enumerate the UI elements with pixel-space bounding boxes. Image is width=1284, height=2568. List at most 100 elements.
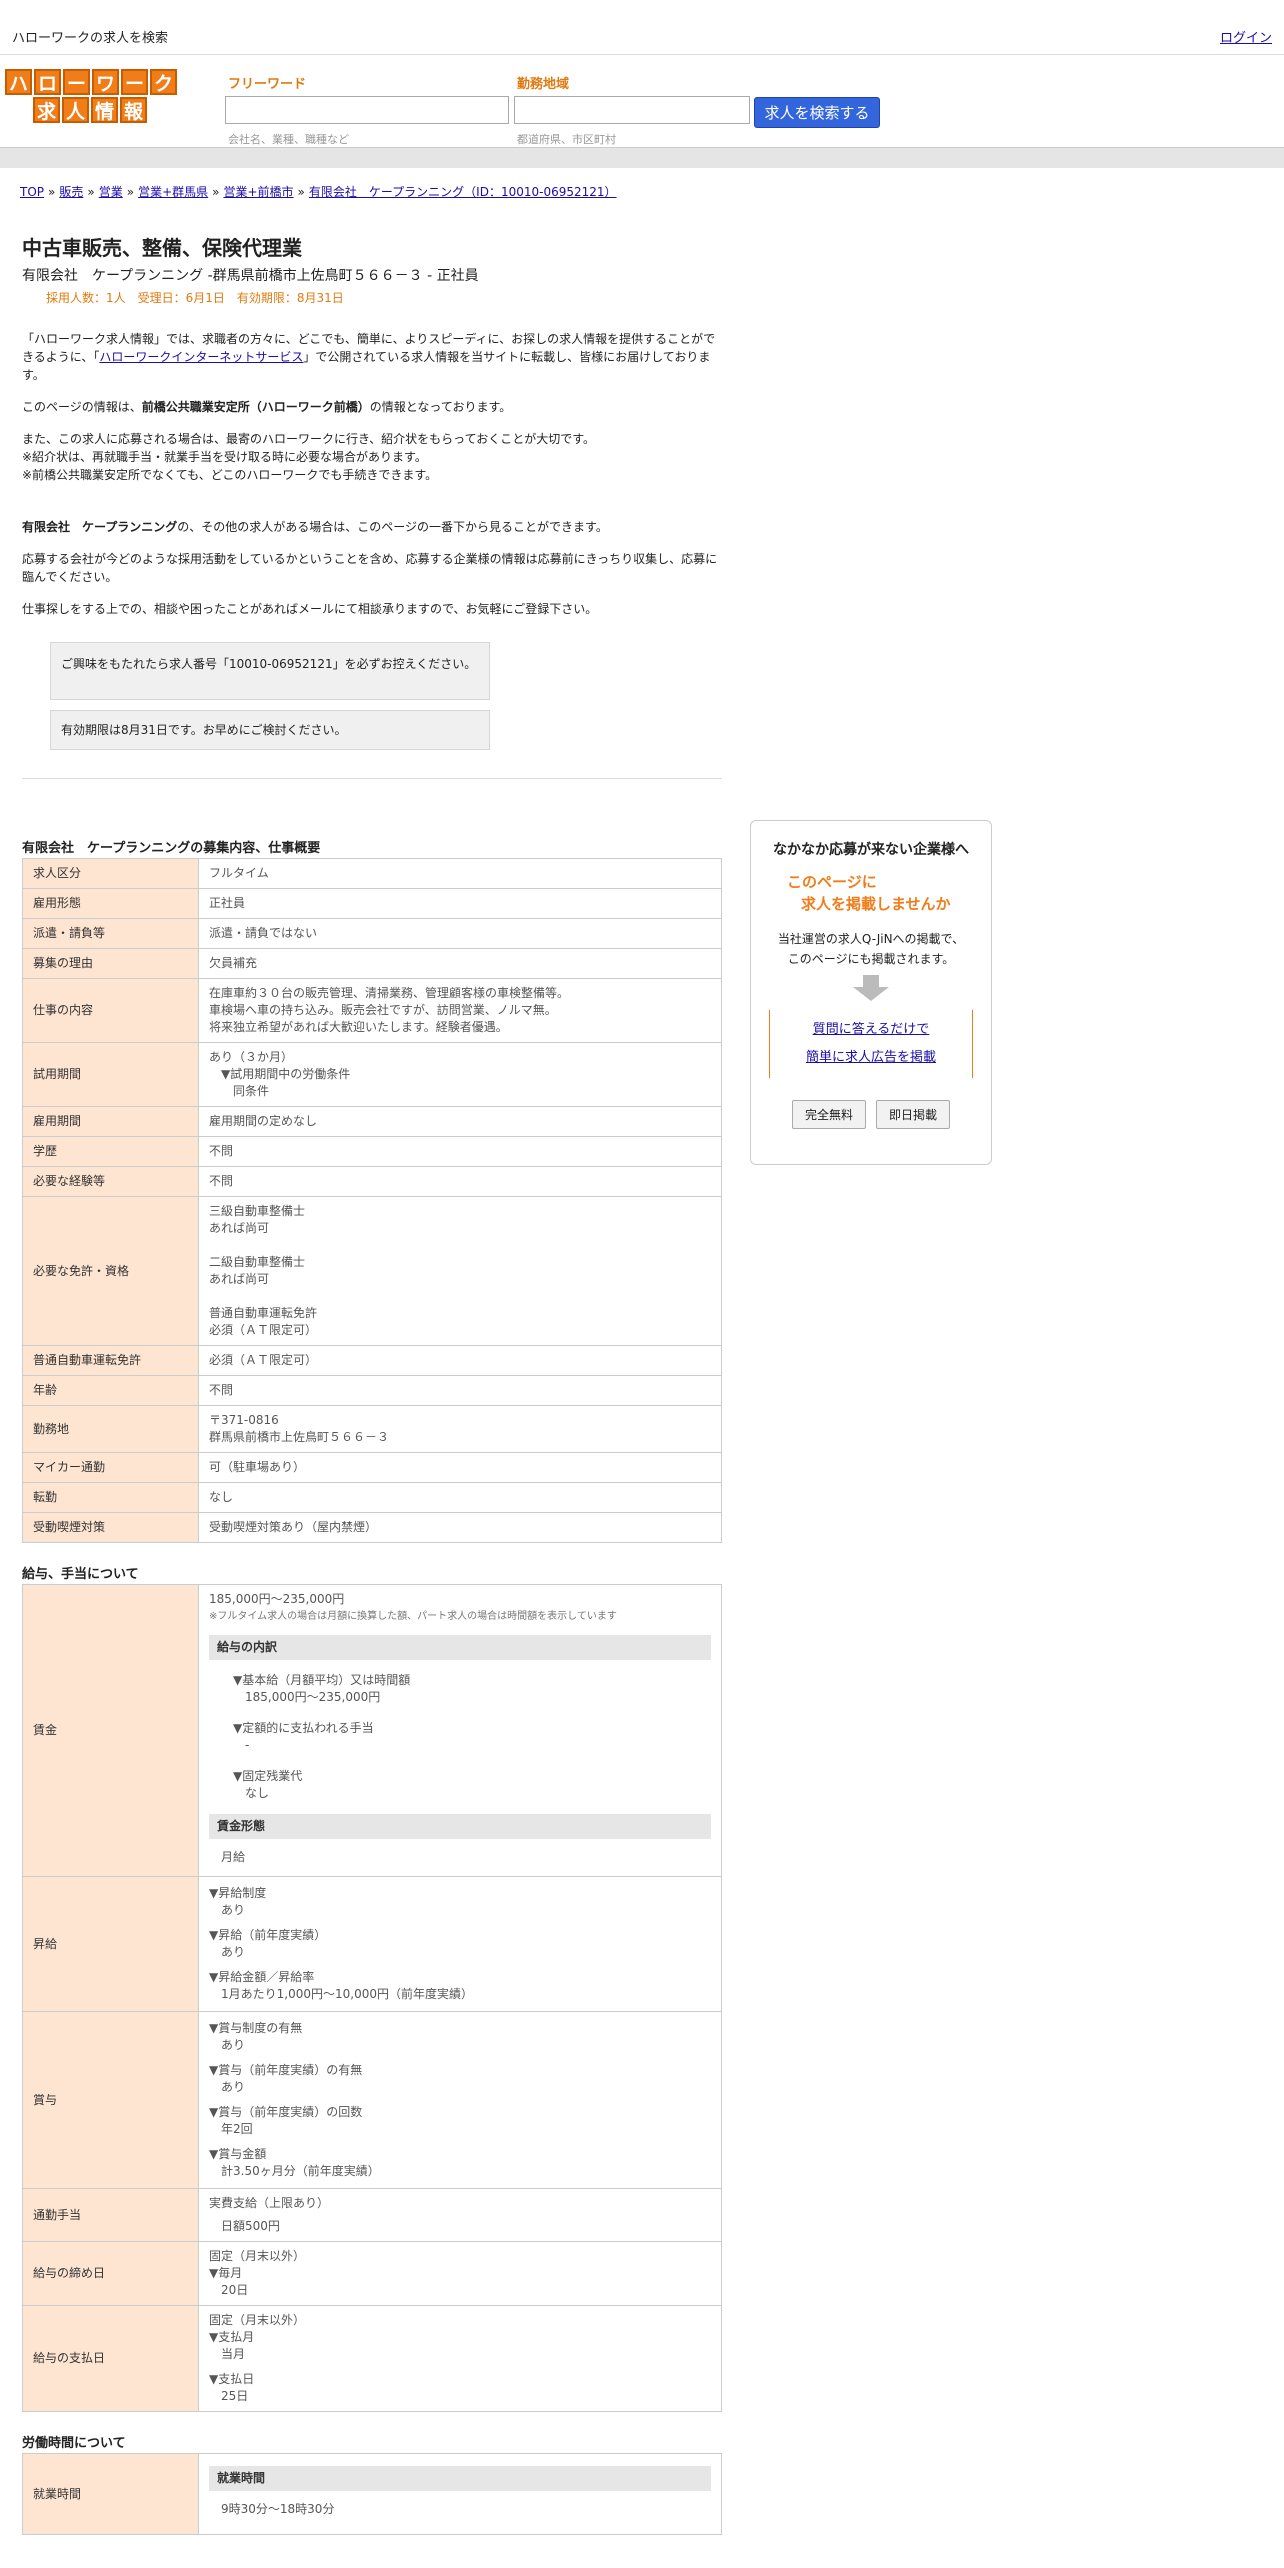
row-value: 可（駐車場あり）: [198, 1452, 722, 1483]
breadcrumb-maebashi[interactable]: 営業+前橋市: [223, 185, 293, 199]
commute-value: 実費支給（上限あり） 日額500円: [198, 2188, 722, 2242]
login-link[interactable]: ログイン: [1220, 27, 1272, 46]
free-button[interactable]: 完全無料: [791, 1100, 866, 1129]
work-title: 労働時間について: [22, 2436, 126, 2451]
row-value: 雇用期間の定めなし: [198, 1106, 722, 1137]
row-value: あり（３か月） ▼試用期間中の労働条件 同条件: [198, 1042, 722, 1107]
sidebox-link-post[interactable]: 簡単に求人広告を掲載: [806, 1050, 936, 1065]
row-value: 在庫車約３０台の販売管理、清掃業務、管理顧客様の車検整備等。 車検場へ車の持ち込み…: [198, 978, 722, 1043]
logo-char: ク: [150, 69, 177, 95]
row-label: 転勤: [22, 1482, 199, 1513]
intro: 「ハローワーク求人情報」では、求職者の方々に、どこでも、簡単に、よりスピーディに…: [22, 330, 722, 750]
area-input[interactable]: [514, 96, 750, 124]
sidebox-links: 質問に答えるだけで 簡単に求人広告を掲載: [769, 1010, 973, 1078]
intro-p3: また、この求人に応募される場合は、最寄のハローワークに行き、紹介状をもらっておく…: [22, 432, 596, 482]
table-row: マイカー通勤 可（駐車場あり）: [22, 1452, 722, 1483]
table-row: 必要な経験等 不問: [22, 1166, 722, 1197]
site-title: ハローワークの求人を検索: [12, 31, 169, 46]
header: ハローワーク 求人情報 フリーワード 会社名、業種、職種など 勤務地域 都道府県…: [0, 55, 1284, 147]
salary-table: 賃金 185,000円〜235,000円 ※フルタイム求人の場合は月額に換算した…: [22, 1584, 722, 2412]
overview-table: 求人区分 フルタイム 雇用形態 正社員 派遣・請負等 派遣・請負ではない 募集の理由 欠員補充…: [22, 858, 722, 1543]
commute-label: 通勤手当: [22, 2188, 199, 2242]
hours-value: 就業時間 9時30分〜18時30分: [198, 2453, 722, 2535]
row-value: 不問: [198, 1166, 722, 1197]
cutoff-label: 給与の締め日: [22, 2241, 199, 2306]
table-row: 通勤手当 実費支給（上限あり） 日額500円: [22, 2188, 722, 2242]
main-content: 中古車販売、整備、保険代理業 有限会社 ケープランニング -群馬県前橋市上佐鳥町…: [22, 232, 722, 2535]
table-row: 賃金 185,000円〜235,000円 ※フルタイム求人の場合は月額に換算した…: [22, 1584, 722, 1877]
table-row: 雇用期間 雇用期間の定めなし: [22, 1106, 722, 1137]
breadcrumb-gunma[interactable]: 営業+群馬県: [138, 185, 208, 199]
intro-p4: 有限会社 ケープランニングの、その他の求人がある場合は、このページの一番下から見…: [22, 520, 608, 534]
same-day-button[interactable]: 即日掲載: [876, 1100, 951, 1129]
search-button[interactable]: 求人を検索する: [754, 97, 880, 128]
work-table: 就業時間 就業時間 9時30分〜18時30分: [22, 2453, 722, 2535]
row-label: 学歴: [22, 1136, 199, 1167]
deadline-note: 有効期限は8月31日です。お早めにご検討ください。: [50, 710, 490, 750]
intro-p6: 仕事探しをする上での、相談や困ったことがあればメールにて相談承りますので、お気軽…: [22, 602, 598, 616]
row-value: 派遣・請負ではない: [198, 918, 722, 949]
table-row: 賞与 ▼賞与制度の有無 あり ▼賞与（前年度実績）の有無 あり ▼賞与（前年度実績）の回…: [22, 2011, 722, 2189]
table-row: 求人区分 フルタイム: [22, 858, 722, 889]
bonus-label: 賞与: [22, 2011, 199, 2189]
breadcrumb-sales[interactable]: 販売: [59, 185, 83, 199]
keyword-input[interactable]: [225, 96, 509, 124]
logo-char: 報: [120, 97, 147, 123]
row-label: 雇用期間: [22, 1106, 199, 1137]
row-label: 必要な免許・資格: [22, 1196, 199, 1346]
sidebox-catch: このページに 求人を掲載しませんか: [787, 873, 951, 913]
row-value: 受動喫煙対策あり（屋内禁煙）: [198, 1512, 722, 1543]
page-title: 中古車販売、整備、保険代理業: [22, 236, 302, 260]
keyword-hint: 会社名、業種、職種など: [228, 133, 349, 146]
breadcrumb-eigyo[interactable]: 営業: [99, 185, 123, 199]
hellowork-internet-link[interactable]: ハローワークインターネットサービス: [99, 350, 303, 364]
down-arrow-icon: [851, 975, 891, 1004]
row-label: 仕事の内容: [22, 978, 199, 1043]
breadcrumb-company[interactable]: 有限会社 ケープランニング（ID：10010-06952121）: [309, 185, 617, 199]
row-value: 不問: [198, 1136, 722, 1167]
logo-char: 情: [91, 97, 118, 123]
logo-char: ワ: [92, 69, 119, 95]
breadcrumb-top[interactable]: TOP: [20, 185, 44, 199]
row-label: 年齢: [22, 1375, 199, 1406]
hellowork-logo[interactable]: ハローワーク 求人情報: [5, 69, 181, 125]
row-value: 三級自動車整備士 あれば尚可 二級自動車整備士 あれば尚可 普通自動車運転免許 必須（ＡＴ…: [198, 1196, 722, 1346]
raise-label: 昇給: [22, 1876, 199, 2012]
table-row: 年齢 不問: [22, 1375, 722, 1406]
area-hint: 都道府県、市区町村: [517, 133, 616, 146]
intro-p1: 「ハローワーク求人情報」では、求職者の方々に、どこでも、簡単に、よりスピーディに…: [22, 332, 716, 382]
header-divider: [0, 147, 1284, 168]
advertise-sidebox: なかなか応募が来ない企業様へ このページに 求人を掲載しませんか 当社運営の求人Q…: [750, 820, 992, 1165]
table-row: 勤務地 〒371-0816 群馬県前橋市上佐鳥町５６６－３: [22, 1405, 722, 1453]
row-label: 普通自動車運転免許: [22, 1345, 199, 1376]
raise-value: ▼昇給制度 あり ▼昇給（前年度実績） あり ▼昇給金額／昇給率 1月あたり1,000円〜…: [198, 1876, 722, 2012]
wage-value: 185,000円〜235,000円 ※フルタイム求人の場合は月額に換算した額、パ…: [198, 1584, 722, 1877]
table-row: 仕事の内容 在庫車約３０台の販売管理、清掃業務、管理顧客様の車検整備等。 車検場へ車…: [22, 978, 722, 1043]
salary-title: 給与、手当について: [22, 1567, 139, 1582]
logo-char: ー: [121, 69, 148, 95]
logo-char: 人: [62, 97, 89, 123]
logo-char: ハ: [5, 69, 32, 95]
wage-label: 賃金: [22, 1584, 199, 1877]
bonus-value: ▼賞与制度の有無 あり ▼賞与（前年度実績）の有無 あり ▼賞与（前年度実績）の回数 年2…: [198, 2011, 722, 2189]
hours-label: 就業時間: [22, 2453, 199, 2535]
intro-p2: このページの情報は、前橋公共職業安定所（ハローワーク前橋）の情報となっております…: [22, 400, 512, 414]
table-row: 受動喫煙対策 受動喫煙対策あり（屋内禁煙）: [22, 1512, 722, 1543]
sidebox-title: なかなか応募が来ない企業様へ: [773, 842, 969, 858]
table-row: 試用期間 あり（３か月） ▼試用期間中の労働条件 同条件: [22, 1042, 722, 1107]
overview-title: 有限会社 ケープランニングの募集内容、仕事概要: [22, 841, 321, 856]
row-value: 不問: [198, 1375, 722, 1406]
row-value: 欠員補充: [198, 948, 722, 979]
row-label: 派遣・請負等: [22, 918, 199, 949]
sidebox-link-questions[interactable]: 質問に答えるだけで: [813, 1022, 930, 1037]
divider: [22, 778, 722, 779]
row-label: 募集の理由: [22, 948, 199, 979]
payday-label: 給与の支払日: [22, 2305, 199, 2412]
top-bar: ハローワークの求人を検索 ログイン: [0, 0, 1284, 55]
row-label: 受動喫煙対策: [22, 1512, 199, 1543]
table-row: 派遣・請負等 派遣・請負ではない: [22, 918, 722, 949]
cutoff-value: 固定（月末以外） ▼毎月 20日: [198, 2241, 722, 2306]
row-label: 試用期間: [22, 1042, 199, 1107]
job-meta: 採用人数：1人 受理日：6月1日 有効期限：8月31日: [46, 291, 344, 305]
table-row: 学歴 不問: [22, 1136, 722, 1167]
